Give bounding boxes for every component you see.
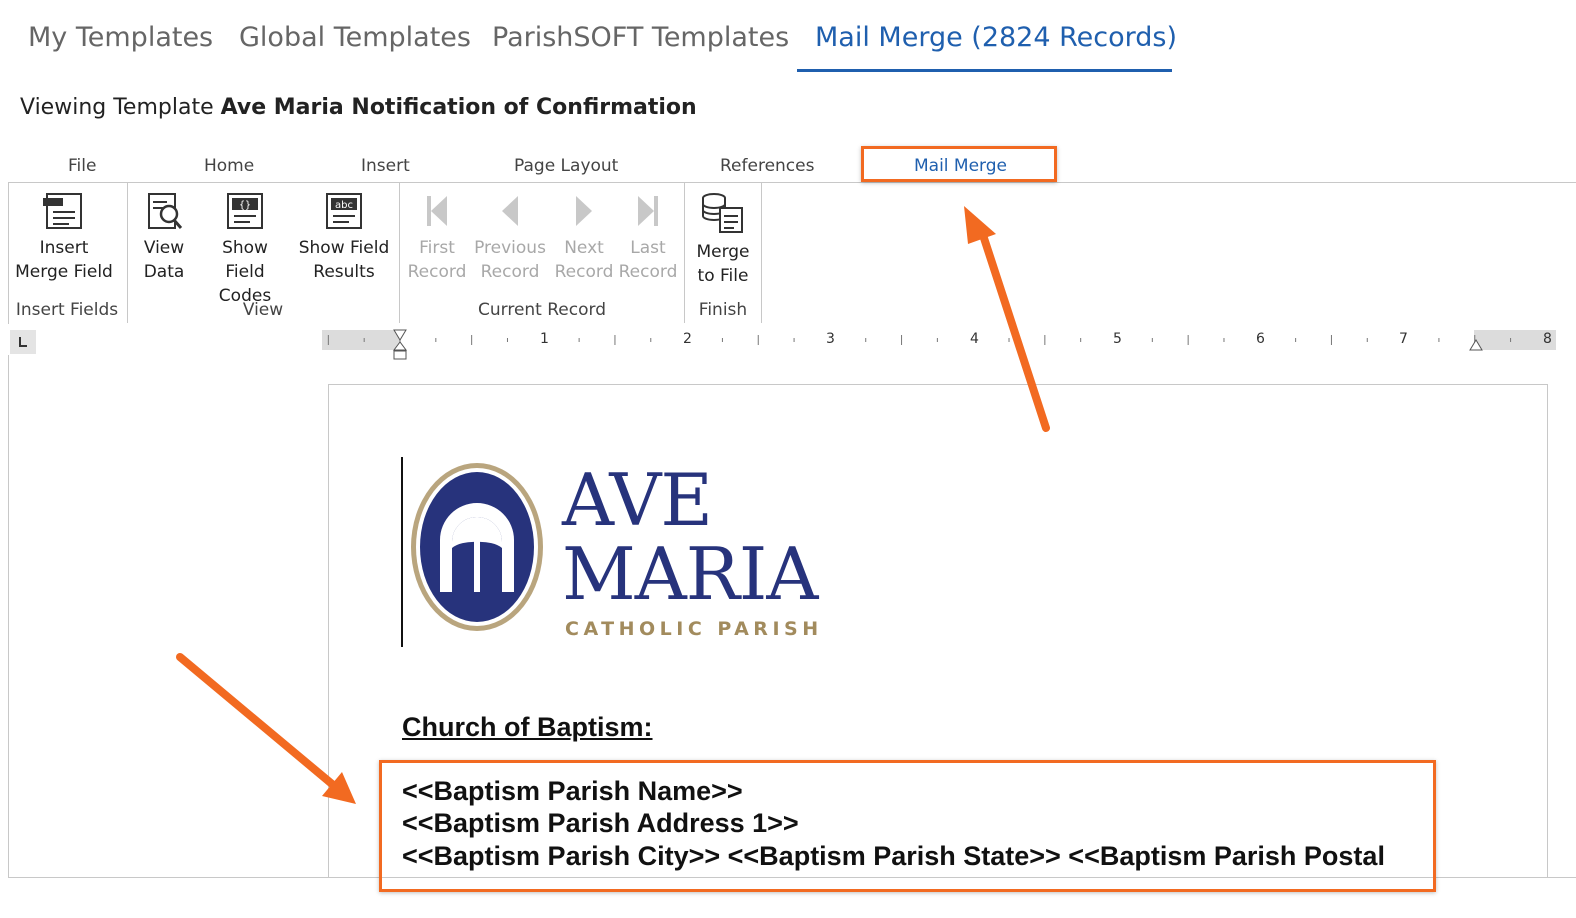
arrow-to-mail-merge-tab-icon — [964, 206, 1050, 432]
arrow-to-merge-fields-icon — [176, 653, 356, 804]
annotation-arrows — [176, 206, 1050, 804]
